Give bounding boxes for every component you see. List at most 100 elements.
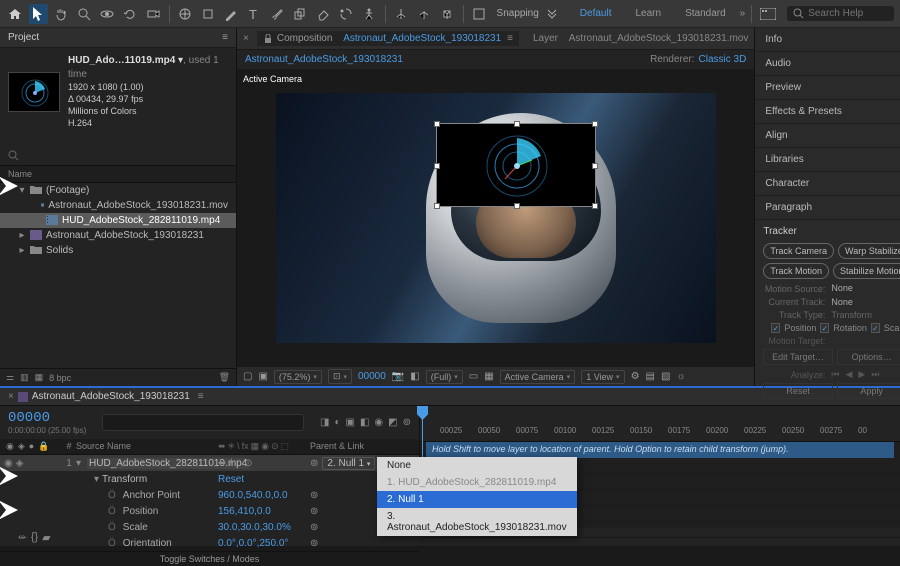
- time-ruler[interactable]: 0002500050000750010000125001500017500200…: [420, 406, 900, 442]
- zoom-dropdown[interactable]: (75.2%)▾: [274, 370, 322, 384]
- snap-toggle-icon[interactable]: [470, 4, 489, 24]
- eraser-tool-icon[interactable]: [314, 4, 333, 24]
- expr-icon[interactable]: ⊚: [403, 417, 411, 428]
- current-time[interactable]: 00000: [358, 371, 386, 382]
- timecode[interactable]: 00000: [8, 410, 86, 426]
- analyze-stepfw-icon[interactable]: ▶: [858, 369, 865, 380]
- pen-tool-icon[interactable]: [222, 4, 241, 24]
- analyze-fw-icon[interactable]: ⏭: [871, 369, 879, 380]
- new-comp-icon[interactable]: ▦: [35, 372, 44, 383]
- frameblend-icon[interactable]: ◧: [360, 417, 369, 428]
- search-help[interactable]: [787, 6, 894, 21]
- interpret-icon[interactable]: ⚌: [6, 372, 14, 383]
- panel-menu-icon[interactable]: ≡: [222, 32, 228, 43]
- zoom-tool-icon[interactable]: [75, 4, 94, 24]
- workspace-more-icon[interactable]: »: [740, 8, 746, 19]
- puppet-tool-icon[interactable]: [360, 4, 379, 24]
- shape-tool-icon[interactable]: [199, 4, 218, 24]
- hand-tool-icon[interactable]: [52, 4, 71, 24]
- layer-row[interactable]: ◉◈1▾HUD_AdobeStock_282811019.mp4⬌/⊙⊚2. N…: [0, 455, 419, 471]
- selection-tool-icon[interactable]: [29, 4, 48, 24]
- motionblur-icon[interactable]: ◉: [374, 417, 383, 428]
- panel-libraries[interactable]: Libraries: [755, 148, 900, 172]
- scale-checkbox[interactable]: ✓: [871, 323, 880, 333]
- dropdown-item[interactable]: 1. HUD_AdobeStock_282811019.mp4: [377, 474, 577, 491]
- project-item[interactable]: ▸Astronaut_AdobeStock_193018231: [0, 228, 236, 243]
- camera-dropdown[interactable]: Active Camera▾: [500, 370, 576, 384]
- comp-mini-icon[interactable]: ◨: [320, 417, 329, 428]
- layer-search[interactable]: [102, 414, 304, 431]
- stabilize-motion-button[interactable]: Stabilize Motion: [833, 263, 900, 279]
- analyze-stepback-icon[interactable]: ◀: [845, 369, 852, 380]
- close-tabs-icon[interactable]: ×: [243, 33, 249, 44]
- apply-button[interactable]: Apply: [837, 383, 900, 399]
- workspace-learn[interactable]: Learn: [625, 5, 671, 22]
- orbit-tool-icon[interactable]: [98, 4, 117, 24]
- workspace-default[interactable]: Default: [570, 5, 622, 22]
- dropdown-item[interactable]: None: [377, 457, 577, 474]
- warp-stabilizer-button[interactable]: Warp Stabilizer: [838, 243, 900, 259]
- grid-icon[interactable]: ▦: [484, 371, 493, 382]
- axis-world-icon[interactable]: [415, 4, 434, 24]
- parent-dropdown[interactable]: 2. Null 1 ▾: [322, 457, 375, 470]
- panel-info[interactable]: Info: [755, 28, 900, 52]
- clone-tool-icon[interactable]: [291, 4, 310, 24]
- dropdown-item[interactable]: 3. Astronaut_AdobeStock_193018231.mov: [377, 508, 577, 536]
- dropdown-item[interactable]: 2. Null 1: [377, 491, 577, 508]
- toggle-switches-button[interactable]: Toggle Switches / Modes: [0, 551, 419, 566]
- analyze-back-icon[interactable]: ⏮: [831, 369, 839, 380]
- res-auto-dropdown[interactable]: ⊡▾: [328, 369, 352, 384]
- type-tool-icon[interactable]: T: [245, 4, 264, 24]
- reset-button[interactable]: Reset: [763, 383, 833, 399]
- panel-preview[interactable]: Preview: [755, 76, 900, 100]
- composition-tab[interactable]: Composition Astronaut_AdobeStock_1930182…: [257, 31, 519, 46]
- transform-group[interactable]: ▾ TransformReset: [0, 471, 419, 487]
- hud-layer-overlay[interactable]: [436, 123, 596, 207]
- render-icon[interactable]: ▰: [42, 531, 50, 544]
- folder-icon[interactable]: ▥: [20, 372, 29, 383]
- project-item[interactable]: HUD_AdobeStock_282811019.mp4: [0, 213, 236, 228]
- edit-target-button[interactable]: Edit Target…: [763, 349, 833, 365]
- project-column-header[interactable]: Name: [0, 165, 236, 183]
- graph-icon[interactable]: ◩: [388, 417, 397, 428]
- resolution-dropdown[interactable]: (Full)▾: [426, 370, 463, 384]
- kbshort-icon[interactable]: [758, 4, 777, 24]
- brush-tool-icon[interactable]: [268, 4, 287, 24]
- panel-paragraph[interactable]: Paragraph: [755, 196, 900, 220]
- panel-align[interactable]: Align: [755, 124, 900, 148]
- project-item[interactable]: ▸Solids: [0, 243, 236, 258]
- bpc-toggle[interactable]: 8 bpc: [49, 373, 71, 383]
- panel-audio[interactable]: Audio: [755, 52, 900, 76]
- axis-local-icon[interactable]: [392, 4, 411, 24]
- rotation-tool-icon[interactable]: [121, 4, 140, 24]
- rotation-checkbox[interactable]: ✓: [820, 323, 829, 333]
- snap-options-icon[interactable]: [543, 4, 562, 24]
- alpha-icon[interactable]: ▢: [243, 371, 252, 382]
- timeline-icon[interactable]: ▤: [646, 371, 655, 382]
- roto-tool-icon[interactable]: [337, 4, 356, 24]
- brace-icon[interactable]: {}: [31, 531, 38, 544]
- exposure-icon[interactable]: ☼: [676, 371, 685, 382]
- draft3d-icon[interactable]: ▣: [346, 417, 355, 428]
- home-icon[interactable]: [6, 4, 25, 24]
- fastpreview-icon[interactable]: ⚙: [631, 371, 640, 382]
- flowchart-icon[interactable]: ▧: [661, 371, 670, 382]
- workspace-standard[interactable]: Standard: [675, 5, 736, 22]
- options-button[interactable]: Options…: [837, 349, 900, 365]
- shy-icon[interactable]: ◐: [334, 417, 340, 428]
- panel-effects-presets[interactable]: Effects & Presets: [755, 100, 900, 124]
- mask-icon[interactable]: ▣: [258, 371, 267, 382]
- track-motion-button[interactable]: Track Motion: [763, 263, 829, 279]
- channel-icon[interactable]: ◧: [410, 371, 419, 382]
- panel-character[interactable]: Character: [755, 172, 900, 196]
- motion-source-dropdown[interactable]: None ▾: [831, 283, 900, 294]
- roi-icon[interactable]: ▭: [469, 371, 478, 382]
- project-item[interactable]: ▾(Footage): [0, 183, 236, 198]
- project-search-icon[interactable]: [8, 150, 19, 161]
- property-row[interactable]: ÖPosition156,410,0.0⊚: [0, 503, 419, 519]
- toggle-pane-icon[interactable]: ⬰: [18, 531, 27, 544]
- project-item[interactable]: Astronaut_AdobeStock_193018231.mov: [0, 198, 236, 213]
- snapshot-icon[interactable]: 📷: [392, 371, 404, 382]
- search-input[interactable]: [808, 8, 888, 19]
- camera-tool-icon[interactable]: [144, 4, 163, 24]
